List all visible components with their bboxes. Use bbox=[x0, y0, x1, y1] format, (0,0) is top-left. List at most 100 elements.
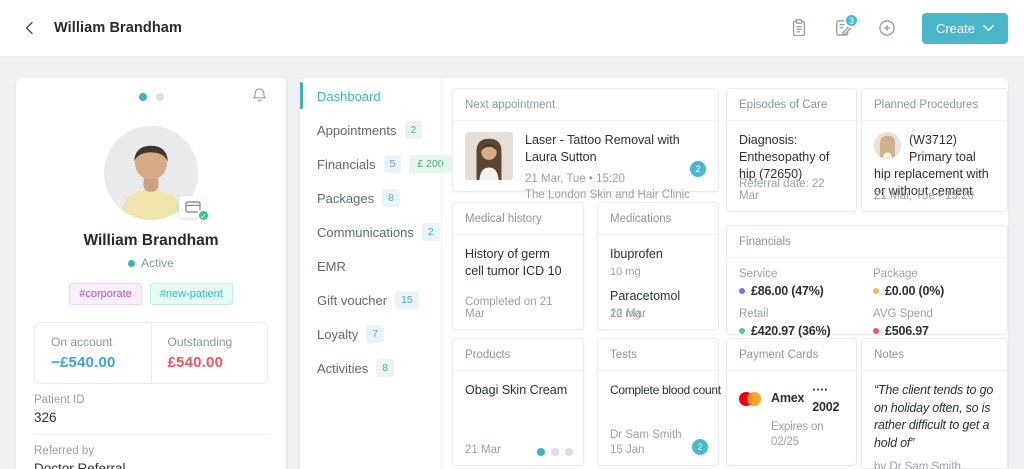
carousel-dot[interactable] bbox=[551, 448, 559, 456]
card-mask: ···· 2002 bbox=[812, 382, 844, 416]
nav-label: Gift voucher bbox=[317, 293, 387, 308]
metric-amount: £420.97 (36%) bbox=[751, 324, 830, 338]
metric-amount: £86.00 (47%) bbox=[751, 284, 824, 298]
patient-field-row: Patient ID 326 bbox=[34, 384, 268, 435]
metric-dot bbox=[739, 328, 745, 334]
metric-service: Service £86.00 (47%) bbox=[739, 268, 861, 298]
episode-footer: Referral date: 22 Mar bbox=[739, 178, 844, 202]
card-title: Episodes of Care bbox=[727, 89, 856, 121]
count-badge: 2 bbox=[405, 121, 423, 139]
field-label: Patient ID bbox=[34, 394, 268, 406]
active-indicator bbox=[300, 82, 303, 109]
payment-card-entry: Amex ···· 2002 Expires on 02/25 bbox=[727, 371, 856, 462]
financials-card[interactable]: Financials Service £86.00 (47%) Package … bbox=[726, 225, 1008, 335]
credit-card-check-icon: ✓ bbox=[179, 196, 206, 218]
patient-avatar: ✓ bbox=[104, 126, 198, 220]
topbar: William Brandham 3 Create bbox=[0, 0, 1024, 57]
card-title: Financials bbox=[727, 226, 1007, 258]
nav-label: Communications bbox=[317, 225, 414, 240]
tests-card[interactable]: Tests Complete blood count Dr Sam Smith … bbox=[597, 338, 719, 466]
carousel-dot-active[interactable] bbox=[537, 448, 545, 456]
medications-footer: 22 Mar bbox=[610, 308, 706, 320]
card-title: Products bbox=[453, 339, 583, 371]
tag-corporate[interactable]: #corporate bbox=[69, 283, 142, 305]
next-appointment-info: Laser - Tattoo Removal with Laura Sutton… bbox=[525, 132, 706, 204]
carousel-dot-active[interactable] bbox=[139, 93, 147, 101]
nav-label: Activities bbox=[317, 361, 368, 376]
product-item: Obagi Skin Cream bbox=[453, 371, 583, 410]
note-entry: “The client tends to go on holiday often… bbox=[862, 371, 1007, 469]
notes-count-badge: 3 bbox=[844, 13, 859, 28]
metric-label: Retail bbox=[739, 308, 861, 320]
next-appointment-body: Laser - Tattoo Removal with Laura Sutton… bbox=[453, 121, 718, 215]
metric-value: £420.97 (36%) bbox=[739, 324, 861, 338]
medical-history-card[interactable]: Medical history History of germ cell tum… bbox=[452, 202, 584, 330]
card-title: Notes bbox=[862, 339, 1007, 371]
profile-carousel-dots[interactable] bbox=[139, 93, 164, 101]
metric-dot bbox=[739, 288, 745, 294]
financial-metrics: Service £86.00 (47%) Package £0.00 (0%) … bbox=[727, 258, 1007, 348]
metric-label: Package bbox=[873, 268, 995, 280]
appointment-meta: 21 Mar, Tue • 15:20 The London Skin and … bbox=[525, 171, 706, 204]
carousel-dot[interactable] bbox=[156, 93, 164, 101]
patient-summary-card: ✓ William Brandham Active #corporate #ne… bbox=[16, 78, 286, 469]
on-account-label: On account bbox=[51, 335, 151, 349]
medications-card[interactable]: Medications Ibuprofen 10 mg Paracetomol … bbox=[597, 202, 719, 330]
products-carousel-dots[interactable] bbox=[537, 448, 573, 456]
notifications-bell-button[interactable] bbox=[251, 86, 268, 104]
metric-label: Service bbox=[739, 268, 861, 280]
nav-label: EMR bbox=[317, 259, 346, 274]
metric-package: Package £0.00 (0%) bbox=[873, 268, 995, 298]
notes-button[interactable]: 3 bbox=[826, 11, 860, 45]
medication-dose: 10 mg bbox=[610, 265, 706, 280]
metric-label: AVG Spend bbox=[873, 308, 995, 320]
tests-count-badge: 2 bbox=[692, 439, 708, 455]
medication-name: Paracetomol bbox=[610, 288, 706, 305]
patient-field-row: Referred by Doctor Referral bbox=[34, 435, 268, 469]
field-value: 326 bbox=[34, 410, 268, 425]
metric-dot bbox=[873, 328, 879, 334]
notes-card[interactable]: Notes “The client tends to go on holiday… bbox=[861, 338, 1008, 469]
count-badge: 15 bbox=[395, 291, 419, 309]
back-button[interactable] bbox=[16, 14, 44, 42]
medical-history-entry: History of germ cell tumor ICD 10 bbox=[453, 235, 583, 291]
nav-label: Loyalty bbox=[317, 327, 358, 342]
page-title: William Brandham bbox=[54, 20, 182, 36]
outstanding-cell: Outstanding £540.00 bbox=[151, 323, 268, 383]
card-name: Amex bbox=[771, 390, 804, 407]
metric-value: £506.97 bbox=[873, 324, 995, 338]
appointments-count-badge: 2 bbox=[690, 161, 706, 177]
count-badge: 5 bbox=[384, 155, 402, 173]
tag-new-patient[interactable]: #new-patient bbox=[150, 283, 233, 305]
medication-name: Ibuprofen bbox=[610, 246, 706, 263]
card-expiry: Expires on 02/25 bbox=[771, 420, 844, 451]
carousel-dot[interactable] bbox=[565, 448, 573, 456]
card-title: Next appointment bbox=[453, 89, 718, 121]
clipboard-icon bbox=[789, 18, 809, 38]
nav-divider bbox=[441, 78, 442, 469]
topbar-actions: 3 Create bbox=[782, 11, 1008, 45]
episodes-of-care-card[interactable]: Episodes of Care Diagnosis: Enthesopathy… bbox=[726, 88, 857, 212]
appointment-datetime: 21 Mar, Tue • 15:20 bbox=[525, 171, 706, 188]
create-button[interactable]: Create bbox=[922, 13, 1008, 44]
products-card[interactable]: Products Obagi Skin Cream 21 Mar bbox=[452, 338, 584, 466]
metric-dot bbox=[873, 288, 879, 294]
payment-cards-card[interactable]: Payment Cards Amex ···· 2002 Expires on … bbox=[726, 338, 857, 466]
on-account-cell: On account −£540.00 bbox=[35, 323, 151, 383]
outstanding-label: Outstanding bbox=[168, 335, 268, 349]
patient-name: William Brandham bbox=[34, 232, 268, 250]
create-button-label: Create bbox=[936, 21, 975, 36]
metric-avg-spend: AVG Spend £506.97 bbox=[873, 308, 995, 338]
nav-label: Appointments bbox=[317, 123, 397, 138]
clipboard-button[interactable] bbox=[782, 11, 816, 45]
planned-procedures-card[interactable]: Planned Procedures (W3712) Primary toal … bbox=[861, 88, 1008, 212]
circle-plus-button[interactable] bbox=[870, 11, 904, 45]
next-appointment-card[interactable]: Next appointment Laser - Tattoo Removal … bbox=[452, 88, 719, 192]
patient-card-top bbox=[34, 78, 268, 116]
card-title: Tests bbox=[598, 339, 718, 371]
note-meta: by Dr Sam Smith 22 Mar bbox=[874, 458, 995, 469]
back-icon bbox=[21, 19, 39, 37]
note-quote: “The client tends to go on holiday often… bbox=[874, 382, 995, 452]
account-balance-box: On account −£540.00 Outstanding £540.00 bbox=[34, 322, 268, 384]
test-doctor: Dr Sam Smith bbox=[610, 429, 706, 441]
